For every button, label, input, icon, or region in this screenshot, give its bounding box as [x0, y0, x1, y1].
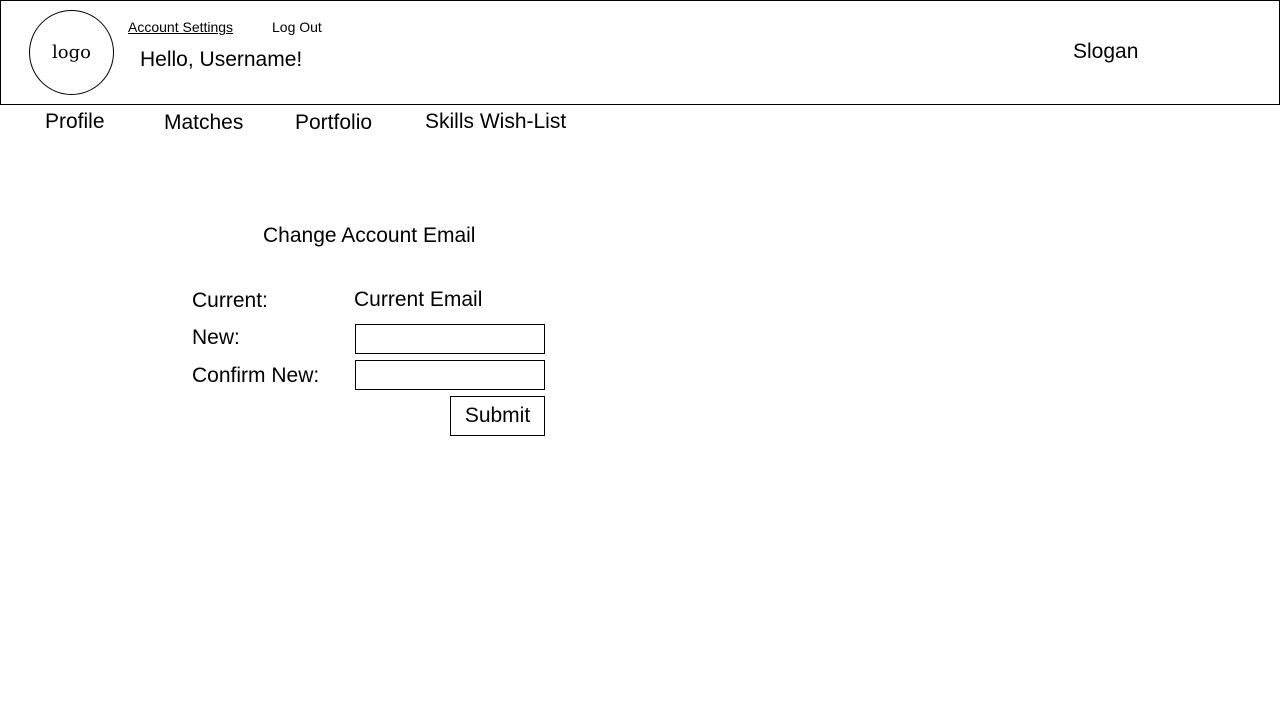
greeting: Hello, Username!	[140, 48, 303, 71]
new-email-label: New:	[192, 326, 240, 349]
header-bar: logo Account Settings Log Out Hello, Use…	[0, 0, 1280, 105]
form-title: Change Account Email	[263, 224, 476, 247]
logo-text: logo	[52, 42, 91, 63]
logo: logo	[29, 10, 114, 95]
submit-button[interactable]: Submit	[450, 396, 545, 436]
confirm-email-label: Confirm New:	[192, 364, 320, 387]
nav-profile[interactable]: Profile	[45, 110, 105, 134]
new-email-input[interactable]	[355, 324, 545, 354]
nav-portfolio[interactable]: Portfolio	[295, 111, 372, 135]
nav-matches[interactable]: Matches	[164, 111, 243, 135]
current-email-value: Current Email	[354, 288, 483, 311]
current-email-label: Current:	[192, 289, 268, 312]
slogan: Slogan	[1073, 40, 1139, 63]
log-out-link[interactable]: Log Out	[272, 19, 322, 35]
confirm-email-input[interactable]	[355, 360, 545, 390]
account-settings-link[interactable]: Account Settings	[128, 19, 233, 35]
nav-skills-wishlist[interactable]: Skills Wish-List	[425, 110, 566, 134]
